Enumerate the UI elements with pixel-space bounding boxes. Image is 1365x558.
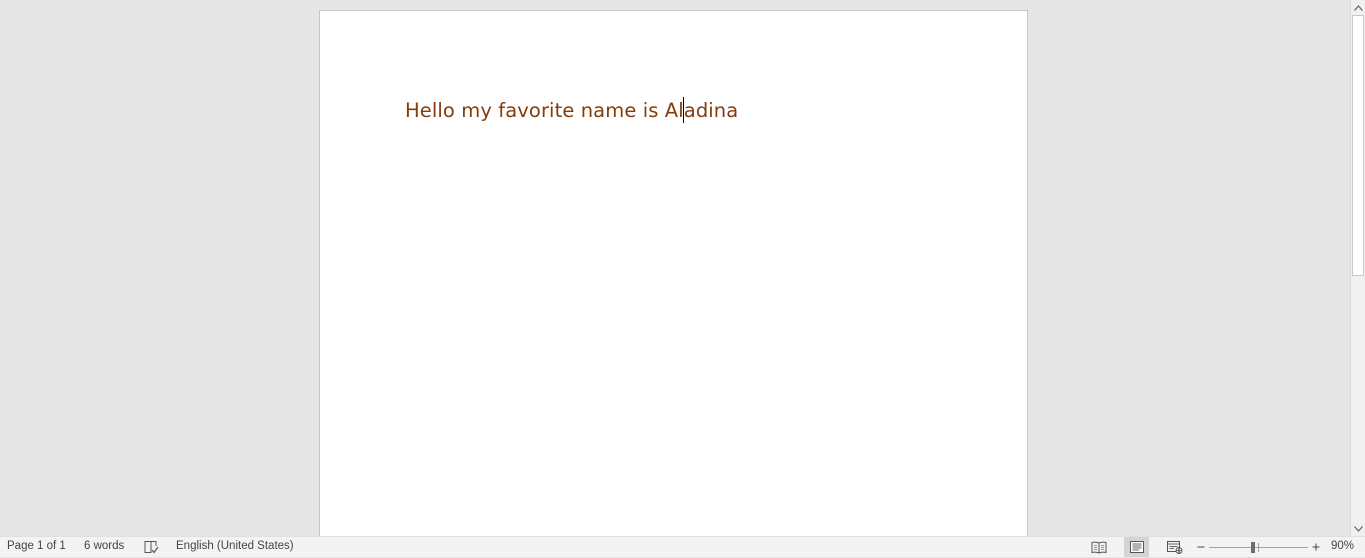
page-count[interactable]: Page 1 of 1 — [7, 540, 66, 552]
vertical-scrollbar[interactable] — [1350, 0, 1365, 536]
minus-icon — [1197, 546, 1205, 548]
text-after-caret[interactable]: adina — [684, 99, 739, 122]
language-indicator[interactable]: English (United States) — [176, 540, 294, 552]
plus-icon — [1312, 543, 1320, 551]
zoom-out-button[interactable] — [1194, 539, 1208, 555]
zoom-in-button[interactable] — [1309, 539, 1323, 555]
chevron-down-icon — [1353, 525, 1363, 532]
zoom-level[interactable]: 90% — [1331, 540, 1354, 552]
scrollbar-thumb[interactable] — [1352, 15, 1364, 276]
text-before-caret[interactable]: Hello my favorite name is Al — [405, 99, 684, 122]
scroll-down-button[interactable] — [1351, 521, 1365, 536]
web-layout-button[interactable] — [1162, 537, 1187, 557]
zoom-slider-center-mark — [1258, 543, 1259, 552]
document-canvas[interactable]: Hello my favorite name is Aladina — [0, 0, 1350, 536]
web-icon — [1166, 540, 1182, 554]
status-bar: Page 1 of 1 6 words English (United Stat… — [0, 536, 1365, 557]
document-text-line[interactable]: Hello my favorite name is Aladina — [405, 97, 738, 123]
scroll-up-button[interactable] — [1351, 0, 1365, 15]
word-count[interactable]: 6 words — [84, 540, 124, 552]
page-icon — [1129, 541, 1144, 553]
proofing-check-icon[interactable] — [143, 539, 159, 555]
read-mode-button[interactable] — [1086, 537, 1111, 557]
chevron-up-icon — [1353, 4, 1363, 11]
document-page[interactable]: Hello my favorite name is Aladina — [319, 10, 1028, 536]
zoom-slider-thumb[interactable] — [1251, 542, 1255, 553]
print-layout-button[interactable] — [1124, 537, 1149, 557]
book-icon — [1091, 541, 1106, 554]
